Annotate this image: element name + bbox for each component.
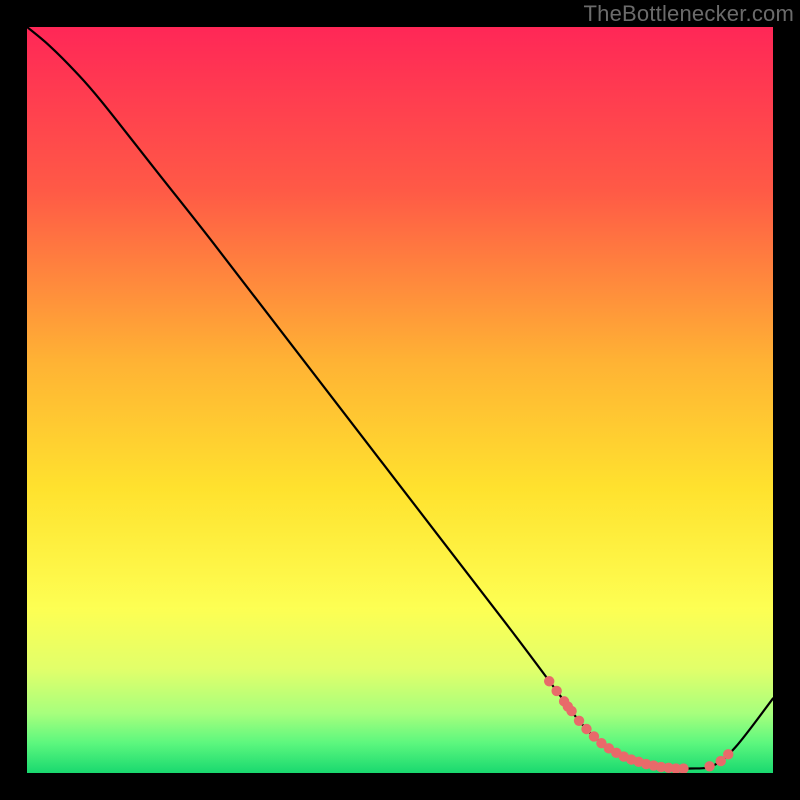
gradient-background [27,27,773,773]
data-marker [566,706,576,716]
chart-frame: TheBottlenecker.com [0,0,800,800]
data-marker [723,749,733,759]
plot-area [27,27,773,773]
watermark-text: TheBottlenecker.com [584,1,794,27]
data-marker [574,716,584,726]
data-marker [551,686,561,696]
data-marker [581,724,591,734]
data-marker [544,676,554,686]
data-marker [704,761,714,771]
chart-svg [27,27,773,773]
